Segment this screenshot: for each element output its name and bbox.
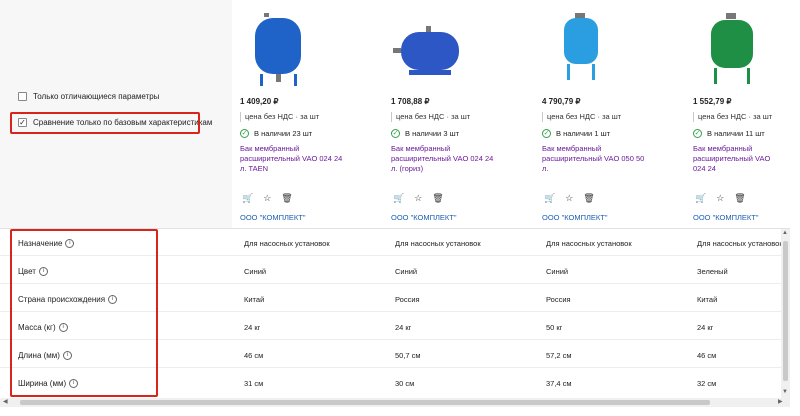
param-value: Россия bbox=[546, 295, 571, 304]
cart-icon[interactable]: 🛒 bbox=[544, 193, 555, 204]
product-card: 1 409,20 ₽ цена без НДС · за шт ✓ В налич… bbox=[240, 0, 390, 228]
product-name-link[interactable]: Бак мембранный расширительный VAO 024 24… bbox=[391, 144, 541, 176]
param-value: Синий bbox=[546, 267, 569, 276]
param-value: Для насосных установок bbox=[546, 239, 632, 248]
stock-text: В наличии 1 шт bbox=[556, 129, 611, 138]
product-name-link[interactable]: Бак мембранный расширительный VAO 050 50… bbox=[542, 144, 692, 176]
highlight-box-basic-filter bbox=[10, 112, 200, 134]
price-note: цена без НДС · за шт bbox=[240, 112, 319, 122]
favorite-icon[interactable]: ☆ bbox=[263, 193, 271, 204]
in-stock-check-icon: ✓ bbox=[240, 129, 249, 138]
product-card: 1 552,79 ₽ цена без НДС · за шт ✓ В налич… bbox=[693, 0, 781, 228]
param-value: Китай bbox=[697, 295, 718, 304]
param-value: 24 кг bbox=[244, 323, 261, 332]
stock-status: ✓ В наличии 23 шт bbox=[240, 129, 312, 138]
product-image[interactable] bbox=[693, 10, 771, 90]
param-value: 50,7 см bbox=[395, 351, 421, 360]
stock-text: В наличии 23 шт bbox=[254, 129, 313, 138]
product-actions: 🛒 ☆ 🗑 bbox=[544, 193, 595, 204]
product-price: 1 708,88 ₽ bbox=[391, 97, 430, 106]
param-value: Синий bbox=[395, 267, 418, 276]
product-image[interactable] bbox=[542, 10, 620, 90]
stock-status: ✓ В наличии 1 шт bbox=[542, 129, 610, 138]
only-diff-checkbox[interactable] bbox=[18, 92, 27, 101]
param-value: 31 см bbox=[244, 379, 264, 388]
product-name-link[interactable]: Бак мембранный расширительный VAO 024 24… bbox=[240, 144, 390, 176]
scroll-up-icon[interactable]: ▲ bbox=[782, 230, 788, 236]
favorite-icon[interactable]: ☆ bbox=[565, 193, 573, 204]
favorite-icon[interactable]: ☆ bbox=[414, 193, 422, 204]
stock-text: В наличии 11 шт bbox=[707, 129, 765, 138]
seller-link[interactable]: ООО "КОМПЛЕКТ" bbox=[693, 213, 759, 222]
highlight-box-params bbox=[10, 229, 158, 397]
param-value: 50 кг bbox=[546, 323, 563, 332]
stock-text: В наличии 3 шт bbox=[405, 129, 460, 138]
horizontal-scrollbar[interactable]: ◀ ▶ bbox=[0, 398, 790, 407]
product-actions: 🛒 ☆ 🗑 bbox=[393, 193, 444, 204]
param-value: Китай bbox=[244, 295, 265, 304]
param-value: Россия bbox=[395, 295, 420, 304]
stock-status: ✓ В наличии 3 шт bbox=[391, 129, 459, 138]
product-image[interactable] bbox=[240, 10, 318, 90]
param-value: 30 см bbox=[395, 379, 415, 388]
param-value: 46 см bbox=[244, 351, 264, 360]
price-note: цена без НДС · за шт bbox=[693, 112, 772, 122]
product-actions: 🛒 ☆ 🗑 bbox=[695, 193, 746, 204]
param-value: Зеленый bbox=[697, 267, 728, 276]
product-price: 1 552,79 ₽ bbox=[693, 97, 732, 106]
param-value: 57,2 см bbox=[546, 351, 572, 360]
delete-icon[interactable]: 🗑 bbox=[281, 193, 292, 204]
delete-icon[interactable]: 🗑 bbox=[583, 193, 594, 204]
param-value: 32 см bbox=[697, 379, 717, 388]
delete-icon[interactable]: 🗑 bbox=[734, 193, 745, 204]
scroll-thumb[interactable] bbox=[783, 241, 788, 381]
product-price: 1 409,20 ₽ bbox=[240, 97, 279, 106]
param-value: 24 кг bbox=[697, 323, 714, 332]
scroll-right-icon[interactable]: ▶ bbox=[778, 398, 783, 405]
scroll-left-icon[interactable]: ◀ bbox=[3, 398, 8, 405]
product-card: 1 708,88 ₽ цена без НДС · за шт ✓ В налич… bbox=[391, 0, 541, 228]
param-value: 37,4 см bbox=[546, 379, 572, 388]
product-image[interactable] bbox=[391, 10, 469, 90]
seller-link[interactable]: ООО "КОМПЛЕКТ" bbox=[542, 213, 608, 222]
seller-link[interactable]: ООО "КОМПЛЕКТ" bbox=[391, 213, 457, 222]
param-value: 46 см bbox=[697, 351, 717, 360]
product-price: 4 790,79 ₽ bbox=[542, 97, 581, 106]
cart-icon[interactable]: 🛒 bbox=[393, 193, 404, 204]
product-card: 4 790,79 ₽ цена без НДС · за шт ✓ В налич… bbox=[542, 0, 692, 228]
in-stock-check-icon: ✓ bbox=[693, 129, 702, 138]
favorite-icon[interactable]: ☆ bbox=[716, 193, 724, 204]
scroll-down-icon[interactable]: ▼ bbox=[782, 389, 788, 395]
param-value: Для насосных установок bbox=[697, 239, 781, 248]
param-value: Синий bbox=[244, 267, 267, 276]
price-note: цена без НДС · за шт bbox=[542, 112, 621, 122]
only-diff-label: Только отличающиеся параметры bbox=[33, 92, 160, 101]
param-value: 24 кг bbox=[395, 323, 412, 332]
in-stock-check-icon: ✓ bbox=[391, 129, 400, 138]
product-name-link[interactable]: Бак мембранный расширительный VAO 024 24… bbox=[693, 144, 781, 176]
param-value: Для насосных установок bbox=[244, 239, 330, 248]
stock-status: ✓ В наличии 11 шт bbox=[693, 129, 765, 138]
scroll-thumb[interactable] bbox=[20, 400, 710, 405]
param-value: Для насосных установок bbox=[395, 239, 481, 248]
cart-icon[interactable]: 🛒 bbox=[242, 193, 253, 204]
vertical-scrollbar[interactable]: ▲ ▼ bbox=[781, 229, 790, 399]
in-stock-check-icon: ✓ bbox=[542, 129, 551, 138]
price-note: цена без НДС · за шт bbox=[391, 112, 470, 122]
delete-icon[interactable]: 🗑 bbox=[432, 193, 443, 204]
seller-link[interactable]: ООО "КОМПЛЕКТ" bbox=[240, 213, 306, 222]
only-diff-checkbox-row[interactable]: Только отличающиеся параметры bbox=[18, 92, 159, 101]
cart-icon[interactable]: 🛒 bbox=[695, 193, 706, 204]
product-actions: 🛒 ☆ 🗑 bbox=[242, 193, 293, 204]
